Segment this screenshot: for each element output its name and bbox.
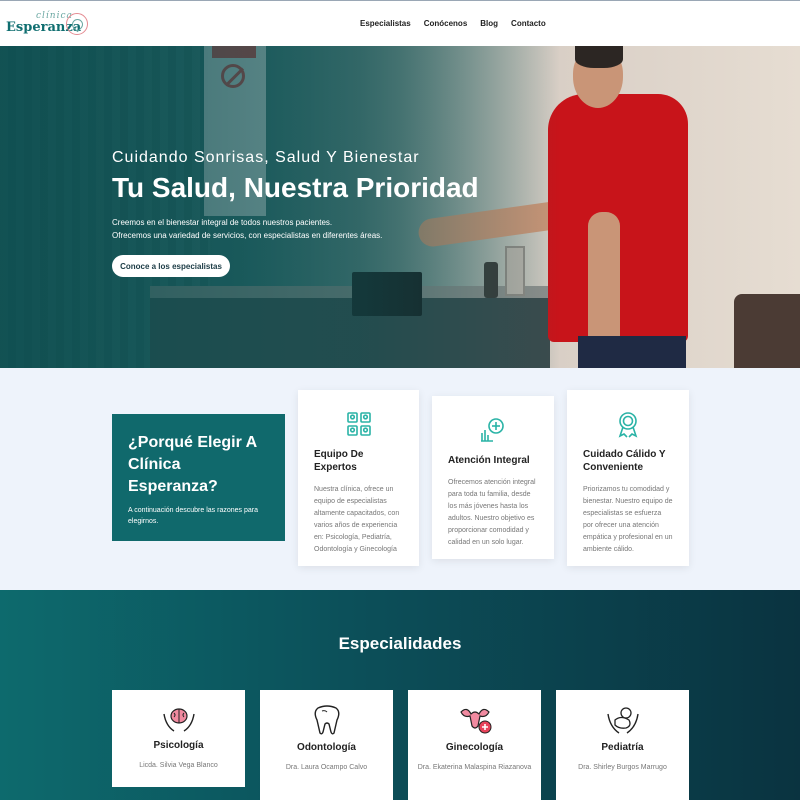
feature-text: Nuestra clínica, ofrece un equipo de esp… [314,486,400,553]
feature-title: Atención Integral [448,455,530,466]
feature-card-integral: Atención Integral Ofrecemos atención int… [432,396,554,559]
feature-title: Cuidado Cálido Y Conveniente [583,449,666,473]
nav-link-blog[interactable]: Blog [480,19,498,28]
uterus-icon [459,708,491,734]
feature-text: Ofrecemos atención integral para toda tu… [448,479,536,546]
clinic-logo[interactable]: clínica Esperanza [6,11,90,39]
specialty-name: Pediatría [601,742,644,753]
integral-care-icon [481,418,504,442]
hero-subtitle: Cuidando Sonrisas, Salud Y Bienestar [112,149,420,166]
award-badge-icon [618,412,638,438]
team-puzzle-icon [346,412,371,436]
baby-hands-icon [606,707,639,734]
feature-title: Equipo De Expertos [314,449,364,473]
nav-link-conocenos[interactable]: Conócenos [424,19,468,28]
feature-card-experts: Equipo De Expertos Nuestra clínica, ofre… [298,390,419,566]
hero-description: Creemos en el bienestar integral de todo… [112,216,382,242]
hero-section: Cuidando Sonrisas, Salud Y Bienestar Tu … [0,46,800,368]
specialties-title: Especialidades [338,634,462,653]
specialty-name: Odontología [297,742,356,753]
feature-card-warm-care: Cuidado Cálido Y Conveniente Priorizamos… [567,390,689,566]
nav-link-contacto[interactable]: Contacto [511,19,546,28]
specialties-section: Especialidades Psicología Licda. Silvia … [0,590,800,800]
nav-links: Especialistas Conócenos Blog Contacto [360,19,546,28]
feature-text: Priorizamos tu comodidad y bienestar. Nu… [583,486,673,553]
nav-link-especialistas[interactable]: Especialistas [360,19,411,28]
brain-hands-icon [162,708,195,732]
hero-title: Tu Salud, Nuestra Prioridad [112,172,479,203]
why-title: ¿Porqué Elegir A Clínica Esperanza? [128,434,257,495]
why-section: ¿Porqué Elegir A Clínica Esperanza? A co… [0,368,800,590]
specialty-doctor: Licda. Silvia Vega Blanco [139,762,218,769]
top-nav: clínica Esperanza Especialistas Conóceno… [0,0,800,46]
specialty-card-psychology[interactable]: Psicología Licda. Silvia Vega Blanco [112,690,245,787]
specialty-card-dentistry[interactable]: Odontología Dra. Laura Ocampo Calvo [260,690,393,800]
specialty-name: Psicología [153,740,204,751]
specialty-name: Ginecología [445,742,504,753]
specialty-doctor: Dra. Shirley Burgos Marrugo [578,764,667,771]
tooth-icon [314,705,339,735]
specialty-card-gynecology[interactable]: Ginecología Dra. Ekaterina Malaspina Ria… [408,690,541,800]
specialty-doctor: Dra. Ekaterina Malaspina Riazanova [417,764,532,771]
hero-desc-line2: Ofrecemos una variedad de servicios, con… [112,231,383,240]
logo-mark-icon [66,13,88,35]
hero-overlay [0,46,800,368]
why-box: ¿Porqué Elegir A Clínica Esperanza? A co… [112,414,285,541]
specialists-button[interactable]: Conoce a los especialistas [112,255,230,277]
specialty-doctor: Dra. Laura Ocampo Calvo [285,764,368,771]
why-description: A continuación descubre las razones para… [128,507,258,525]
hero-desc-line1: Creemos en el bienestar integral de todo… [112,218,333,227]
specialty-card-pediatrics[interactable]: Pediatría Dra. Shirley Burgos Marrugo [556,690,689,800]
